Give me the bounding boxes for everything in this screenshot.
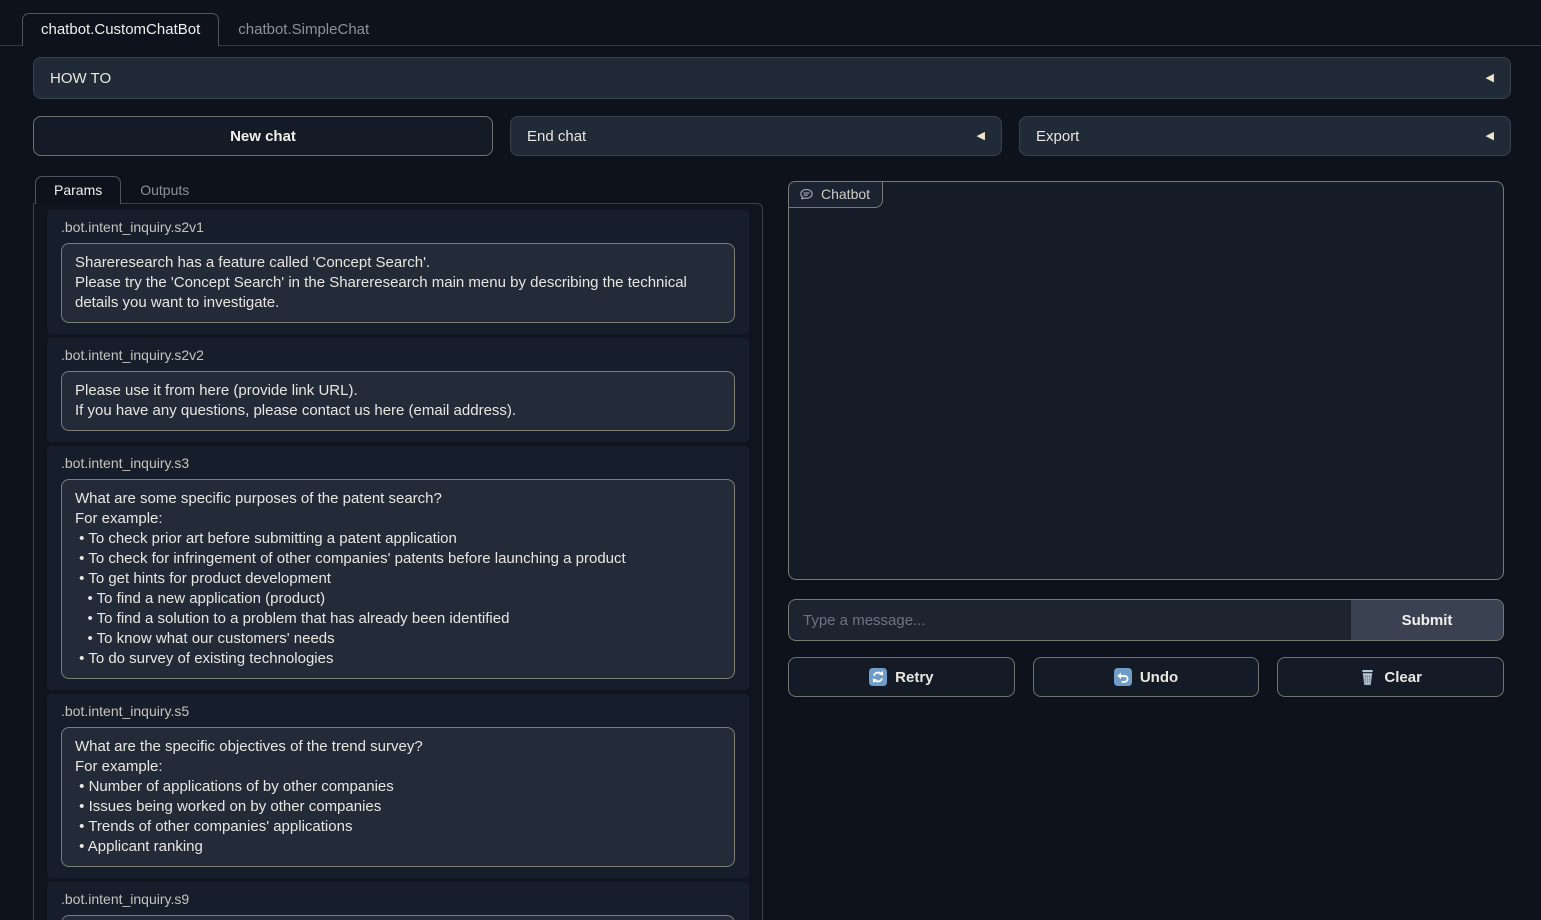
new-chat-button[interactable]: New chat xyxy=(33,116,493,156)
export-accordion-label: Export xyxy=(1036,128,1079,145)
params-panel: .bot.intent_inquiry.s2v1 Shareresearch h… xyxy=(33,203,763,920)
undo-button-label: Undo xyxy=(1140,669,1178,686)
message-input[interactable] xyxy=(789,600,1351,640)
param-field: .bot.intent_inquiry.s2v1 Shareresearch h… xyxy=(47,210,749,334)
toolbar-row: New chat End chat ◀ Export ◀ xyxy=(33,116,1511,156)
page-content: HOW TO ◀ New chat End chat ◀ Export ◀ Pa… xyxy=(0,46,1541,920)
chatbot-panel-label: Chatbot xyxy=(821,186,870,202)
chat-column: Chatbot Submit Retry xyxy=(777,175,1511,697)
tab-custom-chatbot[interactable]: chatbot.CustomChatBot xyxy=(22,13,219,46)
main-tabbar: chatbot.CustomChatBot chatbot.SimpleChat xyxy=(0,0,1541,46)
howto-accordion[interactable]: HOW TO ◀ xyxy=(33,57,1511,99)
message-input-group: Submit xyxy=(788,599,1504,641)
param-field: .bot.intent_inquiry.s3 What are some spe… xyxy=(47,446,749,690)
param-field: .bot.intent_inquiry.s9 xyxy=(47,882,749,920)
params-tabbar: Params Outputs xyxy=(33,175,763,203)
tab-simple-chat[interactable]: chatbot.SimpleChat xyxy=(219,13,388,46)
param-field-label: .bot.intent_inquiry.s2v2 xyxy=(61,347,735,364)
undo-button[interactable]: Undo xyxy=(1033,657,1260,697)
param-field-label: .bot.intent_inquiry.s2v1 xyxy=(61,219,735,236)
chatbot-panel: Chatbot xyxy=(788,181,1504,580)
param-field-textarea[interactable]: What are the specific objectives of the … xyxy=(61,727,735,867)
speech-bubble-icon xyxy=(799,187,814,202)
clear-button[interactable]: Clear xyxy=(1277,657,1504,697)
chat-actions-row: Retry Undo xyxy=(788,657,1504,697)
param-field-label: .bot.intent_inquiry.s3 xyxy=(61,455,735,472)
howto-accordion-label: HOW TO xyxy=(50,70,111,87)
tab-outputs[interactable]: Outputs xyxy=(121,176,208,204)
retry-button-label: Retry xyxy=(895,669,933,686)
param-field-textarea[interactable]: Please use it from here (provide link UR… xyxy=(61,371,735,431)
param-field-textarea[interactable]: Shareresearch has a feature called 'Conc… xyxy=(61,243,735,323)
retry-icon xyxy=(869,668,887,686)
param-field-label: .bot.intent_inquiry.s9 xyxy=(61,891,735,908)
chatbot-panel-header: Chatbot xyxy=(788,181,883,208)
param-field-textarea[interactable] xyxy=(61,915,735,920)
undo-icon xyxy=(1114,668,1132,686)
end-chat-accordion-label: End chat xyxy=(527,128,586,145)
retry-button[interactable]: Retry xyxy=(788,657,1015,697)
export-accordion[interactable]: Export ◀ xyxy=(1019,116,1511,156)
param-field: .bot.intent_inquiry.s5 What are the spec… xyxy=(47,694,749,878)
param-field-label: .bot.intent_inquiry.s5 xyxy=(61,703,735,720)
main-columns: Params Outputs .bot.intent_inquiry.s2v1 … xyxy=(33,175,1511,920)
params-column: Params Outputs .bot.intent_inquiry.s2v1 … xyxy=(33,175,763,920)
end-chat-accordion[interactable]: End chat ◀ xyxy=(510,116,1002,156)
chevron-left-icon: ◀ xyxy=(977,131,985,142)
submit-button[interactable]: Submit xyxy=(1351,600,1503,640)
param-field-textarea[interactable]: What are some specific purposes of the p… xyxy=(61,479,735,679)
trash-icon xyxy=(1359,668,1376,686)
clear-button-label: Clear xyxy=(1384,669,1422,686)
param-field: .bot.intent_inquiry.s2v2 Please use it f… xyxy=(47,338,749,442)
chevron-left-icon: ◀ xyxy=(1486,131,1494,142)
chevron-left-icon: ◀ xyxy=(1486,73,1494,84)
tab-params[interactable]: Params xyxy=(35,176,121,204)
